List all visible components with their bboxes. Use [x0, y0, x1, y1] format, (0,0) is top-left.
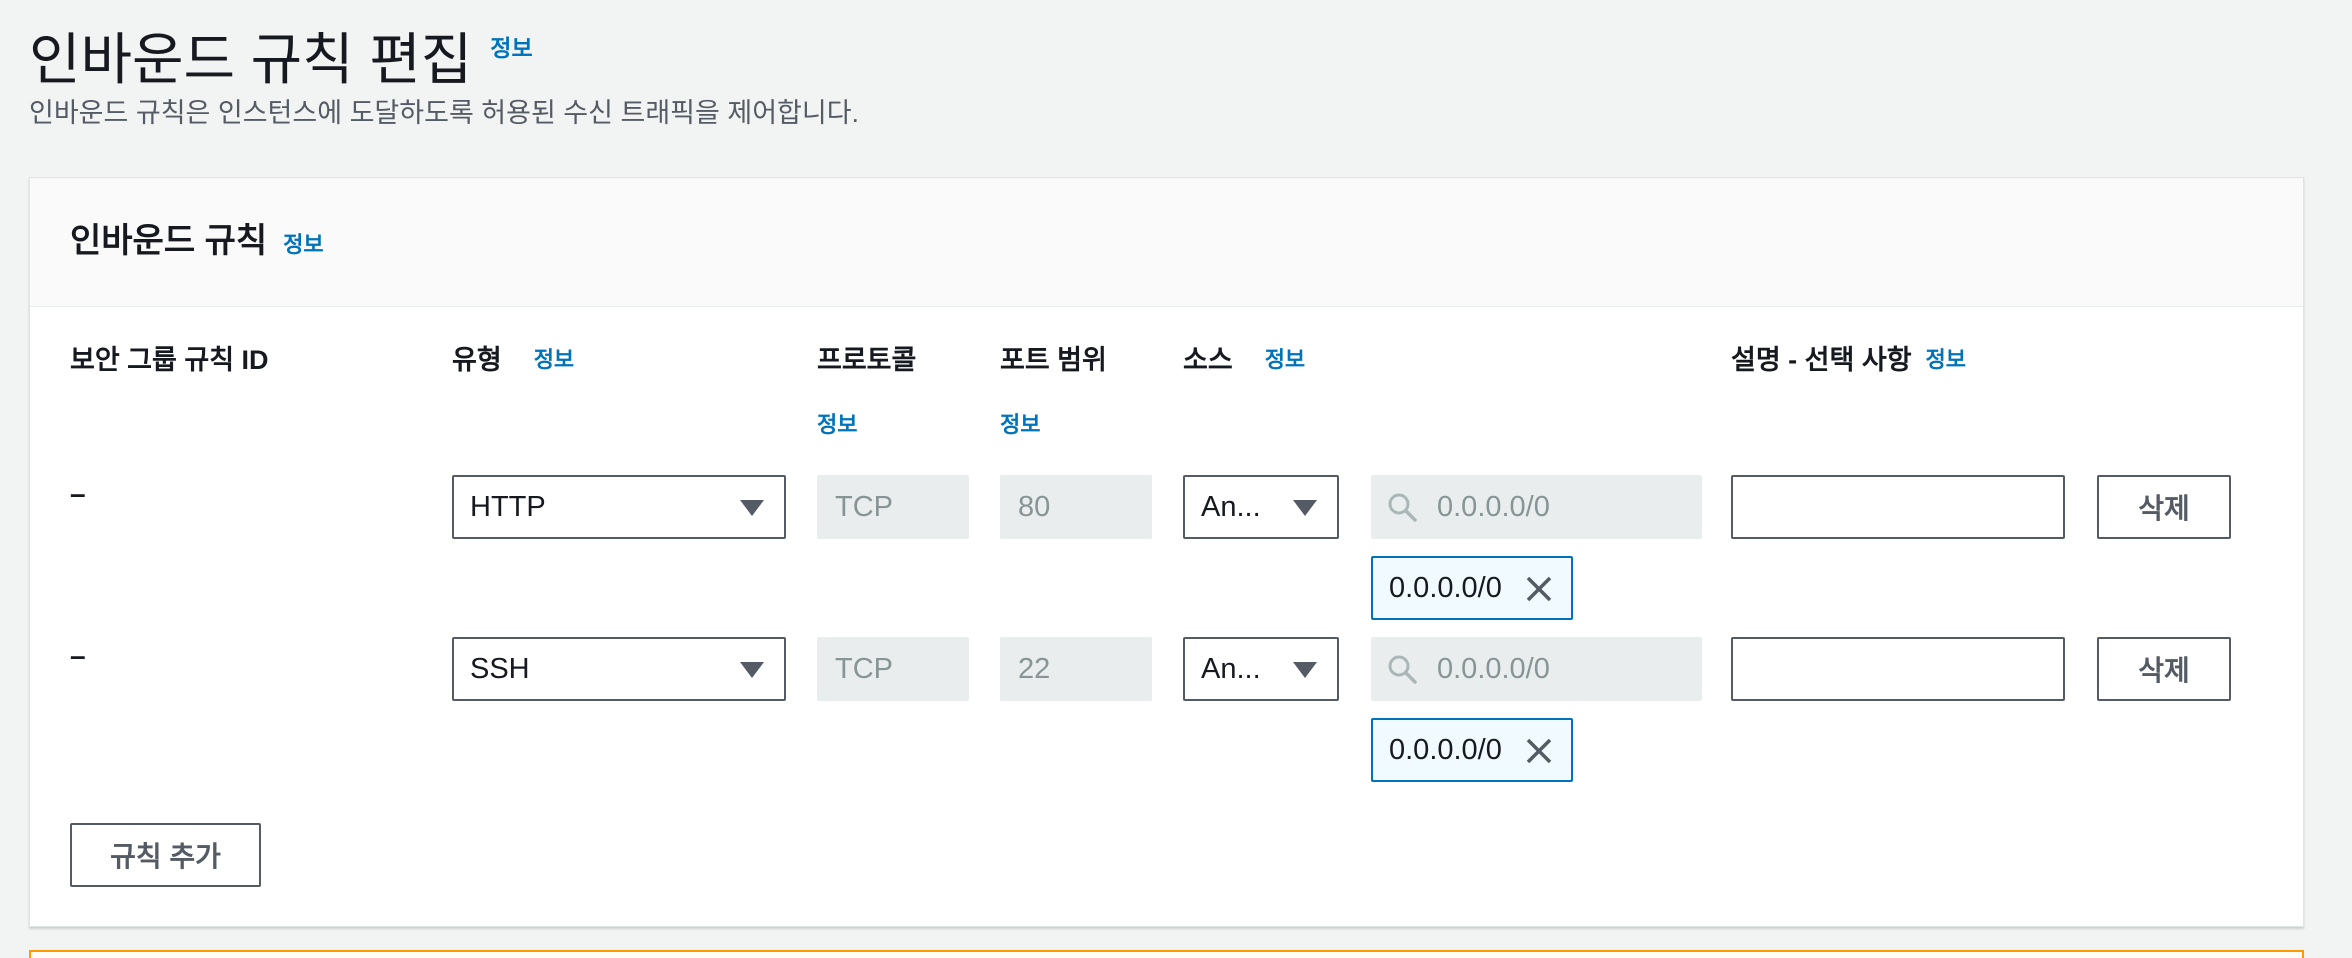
- type-select-value: SSH: [470, 652, 530, 685]
- port-range-field: 22: [1000, 637, 1152, 701]
- source-token-label: 0.0.0.0/0: [1389, 733, 1502, 766]
- close-icon[interactable]: [1525, 575, 1553, 603]
- type-select[interactable]: SSH: [452, 637, 786, 701]
- search-icon: [1388, 493, 1417, 522]
- col-header-type: 유형 정보: [452, 343, 574, 377]
- caret-down-icon: [1293, 500, 1317, 516]
- source-type-value: An...: [1201, 652, 1261, 685]
- panel-title-text: 인바운드 규칙: [70, 222, 268, 260]
- add-rule-button[interactable]: 규칙 추가: [70, 823, 261, 887]
- col-header-protocol: 프로토콜: [817, 343, 916, 377]
- source-info-link[interactable]: 정보: [1265, 343, 1305, 377]
- protocol-info-link[interactable]: 정보: [817, 407, 857, 439]
- col-header-type-label: 유형: [452, 345, 502, 375]
- close-icon[interactable]: [1525, 737, 1553, 765]
- panel-info-link[interactable]: 정보: [283, 223, 323, 267]
- source-type-select[interactable]: An...: [1183, 475, 1339, 539]
- page-info-link[interactable]: 정보: [490, 14, 532, 82]
- port-value: 80: [1018, 490, 1051, 523]
- page-description: 인바운드 규칙은 인스턴스에 도달하도록 허용된 수신 트래픽을 제어합니다.: [29, 98, 860, 128]
- protocol-field: TCP: [817, 637, 969, 701]
- source-search-input[interactable]: 0.0.0.0/0: [1371, 475, 1702, 539]
- caret-down-icon: [740, 500, 764, 516]
- rule-id-value: –: [70, 478, 86, 509]
- description-input[interactable]: [1731, 637, 2065, 701]
- source-token-label: 0.0.0.0/0: [1389, 571, 1502, 604]
- col-header-source-label: 소스: [1183, 345, 1233, 375]
- delete-button-label: 삭제: [2138, 655, 2190, 686]
- type-select[interactable]: HTTP: [452, 475, 786, 539]
- delete-rule-button[interactable]: 삭제: [2097, 475, 2231, 539]
- protocol-value: TCP: [835, 652, 893, 685]
- col-header-rule-id-label: 보안 그룹 규칙 ID: [70, 345, 269, 375]
- caret-down-icon: [740, 662, 764, 678]
- col-header-source: 소스 정보: [1183, 343, 1305, 377]
- protocol-field: TCP: [817, 475, 969, 539]
- port-range-info-link[interactable]: 정보: [1000, 407, 1040, 439]
- description-info-link[interactable]: 정보: [1926, 343, 1966, 377]
- warning-alert: [29, 950, 2304, 958]
- caret-down-icon: [1293, 662, 1317, 678]
- source-search-placeholder: 0.0.0.0/0: [1437, 490, 1550, 523]
- col-header-description-label: 설명 - 선택 사항: [1731, 345, 1912, 375]
- search-icon: [1388, 655, 1417, 684]
- source-type-select[interactable]: An...: [1183, 637, 1339, 701]
- delete-rule-button[interactable]: 삭제: [2097, 637, 2231, 701]
- source-token: 0.0.0.0/0: [1371, 718, 1573, 782]
- panel-title: 인바운드 규칙 정보: [70, 215, 324, 267]
- description-input[interactable]: [1731, 475, 2065, 539]
- col-header-port-range-label: 포트 범위: [1000, 345, 1107, 375]
- source-search-placeholder: 0.0.0.0/0: [1437, 652, 1550, 685]
- type-select-value: HTTP: [470, 490, 546, 523]
- protocol-value: TCP: [835, 490, 893, 523]
- col-header-rule-id: 보안 그룹 규칙 ID: [70, 343, 269, 377]
- port-value: 22: [1018, 652, 1051, 685]
- port-range-field: 80: [1000, 475, 1152, 539]
- panel-header: 인바운드 규칙 정보: [30, 178, 2303, 307]
- source-type-value: An...: [1201, 490, 1261, 523]
- page-title-text: 인바운드 규칙 편집: [29, 28, 473, 91]
- source-search-input[interactable]: 0.0.0.0/0: [1371, 637, 1702, 701]
- add-rule-button-label: 규칙 추가: [110, 841, 221, 872]
- delete-button-label: 삭제: [2138, 493, 2190, 524]
- col-header-protocol-label: 프로토콜: [817, 345, 917, 375]
- inbound-rules-panel: 인바운드 규칙 정보 보안 그룹 규칙 ID 유형 정보 프로토콜 정보 포트 …: [29, 177, 2304, 927]
- rule-id-value: –: [70, 640, 86, 671]
- source-token: 0.0.0.0/0: [1371, 556, 1573, 620]
- page-title: 인바운드 규칙 편집 정보: [29, 14, 533, 94]
- col-header-port-range: 포트 범위: [1000, 343, 1107, 377]
- col-header-description: 설명 - 선택 사항 정보: [1731, 343, 1966, 377]
- type-info-link[interactable]: 정보: [534, 343, 574, 377]
